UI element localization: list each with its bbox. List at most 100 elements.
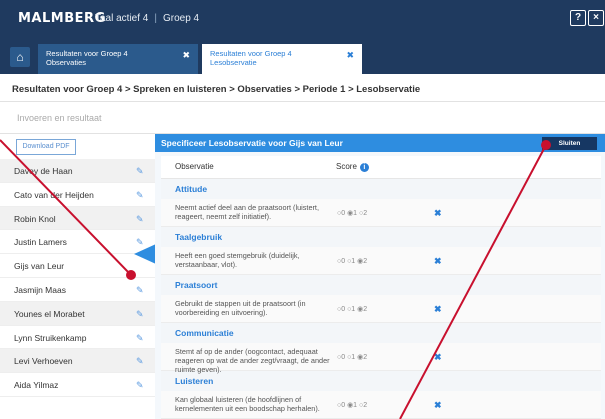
student-name: Cato van der Heijden: [14, 189, 94, 200]
observation-text: Heeft een goed stemgebruik (duidelijk, v…: [175, 251, 300, 269]
observation-row: Neemt actief deel aan de praatsoort (lui…: [161, 199, 601, 227]
observation-text: Neemt actief deel aan de praatsoort (lui…: [175, 203, 319, 221]
score-radio-0[interactable]: ○0: [337, 258, 347, 265]
close-app-button[interactable]: ×: [588, 10, 604, 26]
observation-text: Gebruikt de stappen uit de praatsoort (i…: [175, 299, 306, 317]
student-item[interactable]: Jasmijn Maas ✎: [0, 278, 155, 302]
panel-header: Specificeer Lesobservatie voor Gijs van …: [155, 134, 605, 152]
active-student-pointer: [134, 244, 156, 264]
edit-icon[interactable]: ✎: [136, 159, 144, 183]
student-name: Lynn Struikenkamp: [14, 332, 87, 343]
score-radio-2[interactable]: ◉2: [357, 258, 367, 265]
download-pdf-button[interactable]: Download PDF: [16, 139, 76, 155]
score-radio-1[interactable]: ○1: [347, 258, 357, 265]
score-radio-group[interactable]: ○0 ○1 ◉2: [337, 305, 367, 313]
tab-title: Resultaten voor Groep 4: [46, 49, 128, 58]
score-radio-0[interactable]: ○0: [337, 354, 347, 361]
edit-icon[interactable]: ✎: [136, 278, 144, 302]
score-radio-1[interactable]: ○1: [347, 306, 357, 313]
observation-row: Gebruikt de stappen uit de praatsoort (i…: [161, 295, 601, 323]
student-item[interactable]: Levi Verhoeven ✎: [0, 349, 155, 374]
delete-icon[interactable]: ✖: [434, 352, 442, 363]
student-sidebar: Download PDF Davey de Haan ✎ Cato van der …: [0, 134, 155, 419]
panel-title: Specificeer Lesobservatie voor Gijs van …: [161, 138, 343, 148]
column-score: Score i: [336, 156, 369, 178]
score-radio-0[interactable]: ○0: [337, 402, 347, 409]
product-name: Taal actief 4: [95, 13, 149, 24]
close-tab-icon[interactable]: ✖: [182, 51, 190, 60]
group-name: Groep 4: [162, 13, 200, 24]
tab-lesobservatie[interactable]: Resultaten voor Groep 4 Lesobservatie ✖: [202, 44, 362, 74]
tab-bar: ⌂ Resultaten voor Groep 4 Observaties ✖ …: [0, 38, 605, 74]
close-panel-button[interactable]: Sluiten: [542, 137, 597, 150]
delete-icon[interactable]: ✖: [434, 256, 442, 267]
category-heading: Taalgebruik: [161, 227, 601, 247]
observation-panel: Specificeer Lesobservatie voor Gijs van …: [155, 134, 605, 419]
student-name: Gijs van Leur: [14, 261, 65, 272]
tab-subtitle: Lesobservatie: [210, 58, 257, 67]
student-item[interactable]: Gijs van Leur: [0, 254, 155, 278]
student-name: Levi Verhoeven: [14, 356, 73, 367]
student-name: Younes el Morabet: [14, 308, 85, 319]
score-radio-1[interactable]: ○1: [347, 354, 357, 361]
malmberg-logo: MALMBERG: [18, 11, 106, 26]
score-radio-group[interactable]: ○0 ○1 ◉2: [337, 353, 367, 361]
delete-icon[interactable]: ✖: [434, 304, 442, 315]
observation-row: Stemt af op de ander (oogcontact, adequa…: [161, 343, 601, 374]
category-heading: Communicatie: [161, 323, 601, 343]
score-radio-group[interactable]: ○0 ◉1 ○2: [337, 209, 367, 217]
info-icon[interactable]: i: [359, 163, 369, 172]
edit-icon[interactable]: ✎: [136, 183, 144, 207]
score-radio-2[interactable]: ○2: [359, 210, 367, 217]
observation-row: Heeft een goed stemgebruik (duidelijk, v…: [161, 247, 601, 275]
edit-icon[interactable]: ✎: [136, 373, 144, 397]
score-radio-group[interactable]: ○0 ◉1 ○2: [337, 401, 367, 409]
student-name: Davey de Haan: [14, 166, 73, 176]
student-name: Jasmijn Maas: [14, 284, 66, 295]
table-header: Observatie Score i: [161, 156, 601, 179]
edit-icon[interactable]: ✎: [136, 349, 144, 373]
student-name: Justin Lamers: [14, 237, 67, 248]
student-item[interactable]: Cato van der Heijden ✎: [0, 183, 155, 207]
score-radio-2[interactable]: ◉2: [357, 354, 367, 361]
top-bar: MALMBERG Taal actief 4 | Groep 4 ? ×: [0, 0, 605, 38]
observation-text: Kan globaal luisteren (de hoofdlijnen of…: [175, 395, 320, 413]
breadcrumb: Resultaten voor Groep 4 > Spreken en lui…: [12, 84, 421, 95]
score-radio-1[interactable]: ◉1: [347, 402, 359, 409]
student-name: Aida Yilmaz: [14, 380, 59, 391]
score-radio-0[interactable]: ○0: [337, 306, 347, 313]
tab-subtitle: Observaties: [46, 58, 87, 67]
context-label: Taal actief 4 | Groep 4: [95, 13, 200, 24]
category-heading: Praatsoort: [161, 275, 601, 295]
edit-icon[interactable]: ✎: [136, 326, 144, 350]
tab-title: Resultaten voor Groep 4: [210, 49, 292, 58]
delete-icon[interactable]: ✖: [434, 400, 442, 411]
home-icon[interactable]: ⌂: [10, 47, 30, 67]
student-name: Robin Knol: [14, 213, 56, 224]
category-heading: Luisteren: [161, 371, 601, 391]
score-radio-2[interactable]: ○2: [359, 402, 367, 409]
observation-text: Stemt af op de ander (oogcontact, adequa…: [175, 347, 330, 374]
score-radio-1[interactable]: ◉1: [347, 210, 359, 217]
close-tab-icon[interactable]: ✖: [346, 51, 354, 60]
category-heading: Attitude: [161, 179, 601, 199]
edit-icon[interactable]: ✎: [136, 207, 144, 231]
tab-observaties[interactable]: Resultaten voor Groep 4 Observaties ✖: [38, 44, 198, 74]
student-item[interactable]: Younes el Morabet ✎: [0, 301, 155, 326]
divider: [0, 101, 605, 102]
student-item[interactable]: Lynn Struikenkamp ✎: [0, 326, 155, 350]
student-item[interactable]: Aida Yilmaz ✎: [0, 373, 155, 397]
edit-icon[interactable]: ✎: [136, 302, 144, 326]
student-item[interactable]: Davey de Haan ✎: [0, 159, 155, 183]
delete-icon[interactable]: ✖: [434, 208, 442, 219]
student-list: Davey de Haan ✎ Cato van der Heijden ✎ Robin…: [0, 159, 155, 397]
help-button[interactable]: ?: [570, 10, 586, 26]
score-radio-0[interactable]: ○0: [337, 210, 347, 217]
student-item[interactable]: Justin Lamers ✎: [0, 230, 155, 255]
observation-row: Kan globaal luisteren (de hoofdlijnen of…: [161, 391, 601, 419]
score-radio-group[interactable]: ○0 ○1 ◉2: [337, 257, 367, 265]
observation-table: Observatie Score i Attitude Neemt actief d…: [161, 156, 601, 419]
section-label: Invoeren en resultaat: [17, 113, 102, 123]
student-item[interactable]: Robin Knol ✎: [0, 206, 155, 231]
score-radio-2[interactable]: ◉2: [357, 306, 367, 313]
